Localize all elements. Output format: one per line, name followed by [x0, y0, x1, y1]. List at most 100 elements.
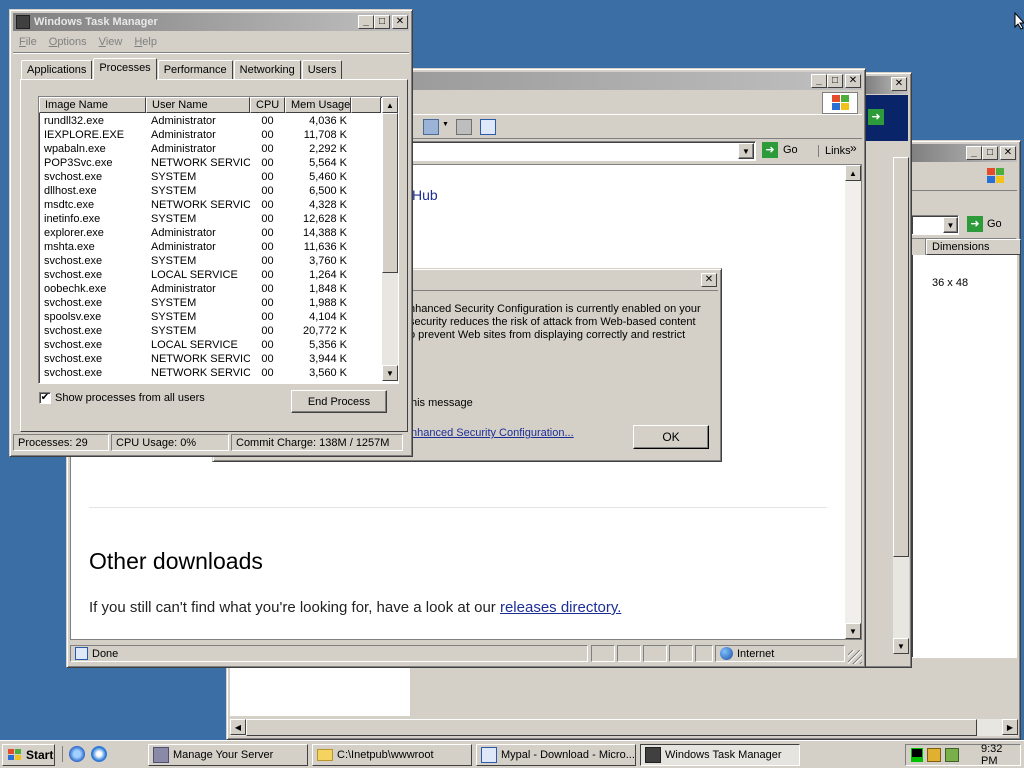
releases-directory-link[interactable]: releases directory. [500, 599, 621, 616]
close-icon[interactable]: ✕ [1000, 146, 1016, 160]
maximize-icon[interactable]: □ [982, 146, 998, 160]
taskbar: Start Manage Your Server C:\Inetpub\wwwr… [0, 740, 1024, 768]
taskbar-item-mypal[interactable]: Mypal - Download - Micro... [476, 744, 636, 766]
close-icon[interactable]: ✕ [891, 77, 907, 91]
scroll-down-icon[interactable]: ▼ [382, 365, 398, 381]
tab-users[interactable]: Users [301, 60, 343, 80]
minimize-icon[interactable]: _ [358, 15, 374, 29]
menu-help[interactable]: Help [134, 36, 157, 48]
table-row[interactable]: svchost.exe NETWORK SERVICE 00 3,944 K [39, 352, 381, 366]
explorer-hscroll-thumb[interactable] [246, 719, 977, 736]
explorer-go-button[interactable]: ➜ Go [967, 216, 1002, 232]
ie-quicklaunch-icon[interactable] [69, 746, 85, 762]
taskbar-item-manage-server[interactable]: Manage Your Server [148, 744, 308, 766]
address-dropdown[interactable]: ▼ [738, 143, 754, 159]
table-row[interactable]: svchost.exe NETWORK SERVICE 00 3,560 K [39, 366, 381, 380]
tray-clock[interactable]: 9:32 PM [981, 743, 1020, 767]
table-row[interactable]: svchost.exe SYSTEM 00 1,988 K [39, 296, 381, 310]
dialog-dont-show-text[interactable]: his message [411, 397, 473, 409]
tab-processes[interactable]: Processes [93, 58, 157, 80]
table-row[interactable]: svchost.exe SYSTEM 00 20,772 K [39, 324, 381, 338]
maximize-icon[interactable]: □ [827, 74, 843, 88]
maximize-icon[interactable]: □ [374, 15, 390, 29]
table-row[interactable]: svchost.exe LOCAL SERVICE 00 1,264 K [39, 268, 381, 282]
table-row[interactable]: oobechk.exe Administrator 00 1,848 K [39, 282, 381, 296]
process-list-vscroll[interactable]: ▲ ▼ [382, 97, 398, 381]
mail-icon[interactable] [423, 119, 439, 135]
links-chevron-icon[interactable]: » [850, 141, 857, 155]
dialog-ok-button[interactable]: OK [633, 425, 709, 449]
taskbar-item-task-manager[interactable]: Windows Task Manager [640, 744, 800, 766]
cell-cpu: 00 [261, 241, 274, 253]
table-row[interactable]: msdtc.exe NETWORK SERVICE 00 4,328 K [39, 198, 381, 212]
edit-page-icon[interactable] [480, 119, 496, 135]
explorer-hscroll[interactable]: ◀ ▶ [230, 719, 1018, 736]
go-arrow-icon: ➜ [967, 216, 983, 232]
close-icon[interactable]: ✕ [701, 273, 717, 287]
window-middle-vscroll[interactable]: ▼ [893, 157, 909, 654]
taskbar-item-wwwroot[interactable]: C:\Inetpub\wwwroot [312, 744, 472, 766]
cell-cpu: 00 [261, 199, 274, 211]
browser-quicklaunch-icon[interactable] [91, 746, 107, 762]
scroll-up-icon[interactable]: ▲ [382, 97, 398, 113]
end-process-button[interactable]: End Process [291, 390, 387, 413]
column-image-name[interactable]: Image Name [39, 97, 146, 113]
tab-performance[interactable]: Performance [157, 60, 233, 80]
cell-image-name: svchost.exe [44, 339, 103, 351]
browser-go-button[interactable]: ➜ Go [762, 142, 798, 158]
cpu-meter-icon[interactable] [911, 748, 923, 762]
resize-grip-icon[interactable] [848, 650, 862, 664]
task-manager-icon [645, 747, 661, 763]
start-button[interactable]: Start [2, 744, 55, 766]
table-row[interactable]: inetinfo.exe SYSTEM 00 12,628 K [39, 212, 381, 226]
cell-image-name: spoolsv.exe [44, 311, 102, 323]
table-row[interactable]: svchost.exe LOCAL SERVICE 00 5,356 K [39, 338, 381, 352]
table-row[interactable]: rundll32.exe Administrator 00 4,036 K [39, 114, 381, 128]
table-row[interactable]: IEXPLORE.EXE Administrator 00 11,708 K [39, 128, 381, 142]
browser-vscroll[interactable]: ▲ ▼ [845, 165, 861, 639]
menu-options[interactable]: Options [49, 36, 87, 48]
close-icon[interactable]: ✕ [392, 15, 408, 29]
browser-vscroll-track[interactable] [845, 181, 861, 623]
menu-file[interactable]: File [19, 36, 37, 48]
scroll-left-icon[interactable]: ◀ [230, 719, 246, 735]
scroll-down-icon[interactable]: ▼ [893, 638, 909, 654]
scroll-right-icon[interactable]: ▶ [1002, 719, 1018, 735]
process-list-vscroll-thumb[interactable] [382, 113, 398, 273]
tab-networking[interactable]: Networking [233, 60, 301, 80]
table-row[interactable]: explorer.exe Administrator 00 14,388 K [39, 226, 381, 240]
cell-mem-usage: 20,772 K [302, 325, 347, 337]
explorer-column-header-left[interactable] [912, 239, 926, 255]
window-middle-vscroll-thumb[interactable] [893, 157, 909, 557]
tab-applications[interactable]: Applications [21, 60, 93, 80]
scroll-up-icon[interactable]: ▲ [845, 165, 861, 181]
table-row[interactable]: dllhost.exe SYSTEM 00 6,500 K [39, 184, 381, 198]
network-tray-icon[interactable] [945, 748, 959, 762]
explorer-address-dropdown[interactable]: ▼ [943, 217, 958, 233]
table-row[interactable]: svchost.exe SYSTEM 00 3,760 K [39, 254, 381, 268]
close-icon[interactable]: ✕ [845, 74, 861, 88]
table-row[interactable]: mshta.exe Administrator 00 11,636 K [39, 240, 381, 254]
print-icon[interactable] [456, 119, 472, 135]
links-button[interactable]: Links [818, 145, 851, 157]
hub-link[interactable]: Hub [412, 187, 438, 203]
security-tray-icon[interactable] [927, 748, 941, 762]
table-row[interactable]: wpabaln.exe Administrator 00 2,292 K [39, 142, 381, 156]
minimize-icon[interactable]: _ [966, 146, 982, 160]
checkbox-icon[interactable]: ✔ [39, 392, 51, 404]
address-input[interactable] [370, 141, 756, 161]
column-mem-usage[interactable]: Mem Usage [285, 97, 351, 113]
table-row[interactable]: POP3Svc.exe NETWORK SERVICE 00 5,564 K [39, 156, 381, 170]
minimize-icon[interactable]: _ [811, 74, 827, 88]
explorer-column-dimensions[interactable]: Dimensions [926, 239, 1021, 255]
menu-view[interactable]: View [99, 36, 123, 48]
table-row[interactable]: spoolsv.exe SYSTEM 00 4,104 K [39, 310, 381, 324]
table-row[interactable]: svchost.exe SYSTEM 00 5,460 K [39, 170, 381, 184]
task-manager-titlebar[interactable]: Windows Task Manager [13, 13, 409, 31]
scroll-down-icon[interactable]: ▼ [845, 623, 861, 639]
column-user-name[interactable]: User Name [146, 97, 250, 113]
column-cpu[interactable]: CPU [250, 97, 285, 113]
dialog-esc-link[interactable]: nhanced Security Configuration... [411, 427, 574, 439]
mail-dropdown-icon[interactable]: ▼ [442, 121, 449, 128]
show-all-users-checkbox[interactable]: ✔ Show processes from all users [39, 392, 205, 404]
